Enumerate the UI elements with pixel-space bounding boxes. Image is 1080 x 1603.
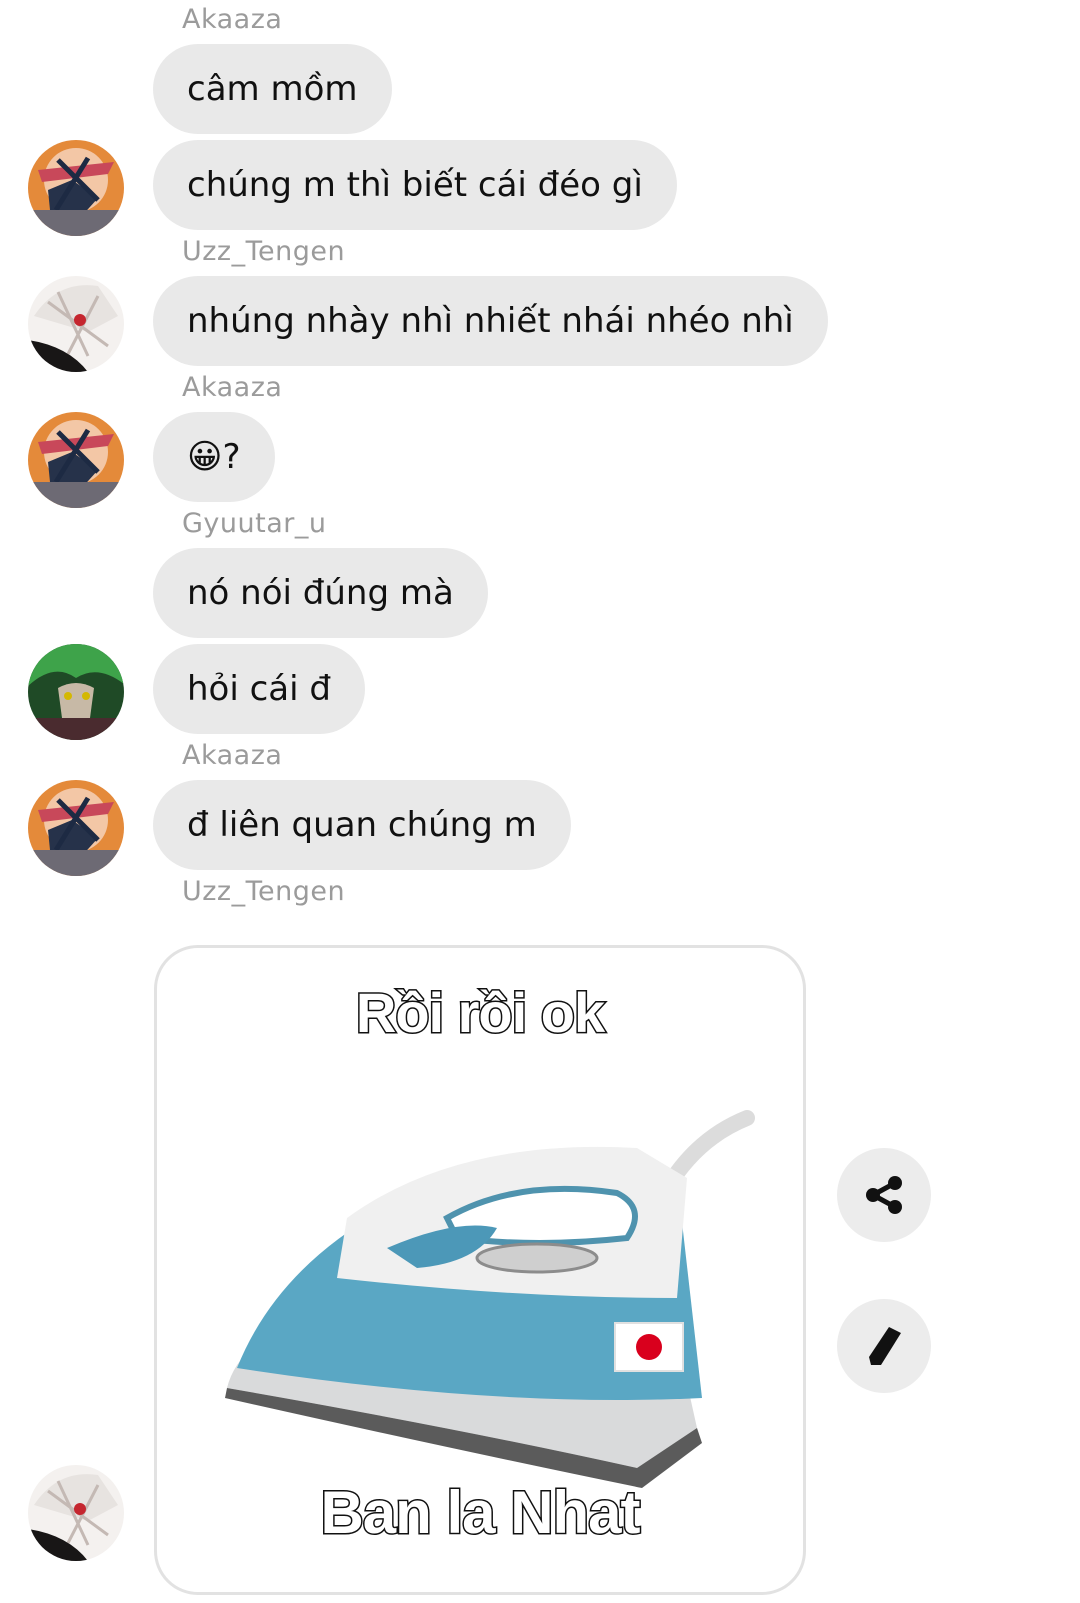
message-bubble[interactable]: nhúng nhày nhì nhiết nhái nhéo nhì — [153, 276, 828, 366]
sender-name: Gyuutar_u — [182, 508, 327, 539]
avatar-uzz-tengen[interactable] — [28, 1465, 124, 1561]
sender-name: Akaaza — [182, 740, 283, 771]
message-bubble[interactable]: đ liên quan chúng m — [153, 780, 571, 870]
message-bubble[interactable]: chúng m thì biết cái đéo gì — [153, 140, 677, 230]
avatar-akaaza[interactable] — [28, 412, 124, 508]
message-bubble[interactable]: nó nói đúng mà — [153, 548, 488, 638]
message-bubble[interactable]: câm mồm — [153, 44, 392, 134]
sender-name: Uzz_Tengen — [182, 876, 346, 907]
share-icon — [866, 1176, 902, 1214]
avatar-gyuutar-u[interactable] — [28, 644, 124, 740]
pencil-icon — [869, 1327, 901, 1365]
iron-illustration — [225, 1110, 755, 1488]
image-message[interactable]: Rồi rồi ok Ban la Nhat — [154, 945, 806, 1595]
message-bubble[interactable]: hỏi cái đ — [153, 644, 365, 734]
avatar-akaaza[interactable] — [28, 140, 124, 236]
sender-name: Akaaza — [182, 4, 283, 35]
meme-top-caption: Rồi rồi ok — [354, 980, 606, 1046]
avatar-uzz-tengen[interactable] — [28, 276, 124, 372]
edit-button[interactable] — [837, 1299, 931, 1393]
sender-name: Akaaza — [182, 372, 283, 403]
meme-bottom-caption: Ban la Nhat — [319, 1478, 642, 1548]
avatar-akaaza[interactable] — [28, 780, 124, 876]
share-button[interactable] — [837, 1148, 931, 1242]
message-bubble[interactable]: 😀? — [153, 412, 275, 502]
sender-name: Uzz_Tengen — [182, 236, 346, 267]
